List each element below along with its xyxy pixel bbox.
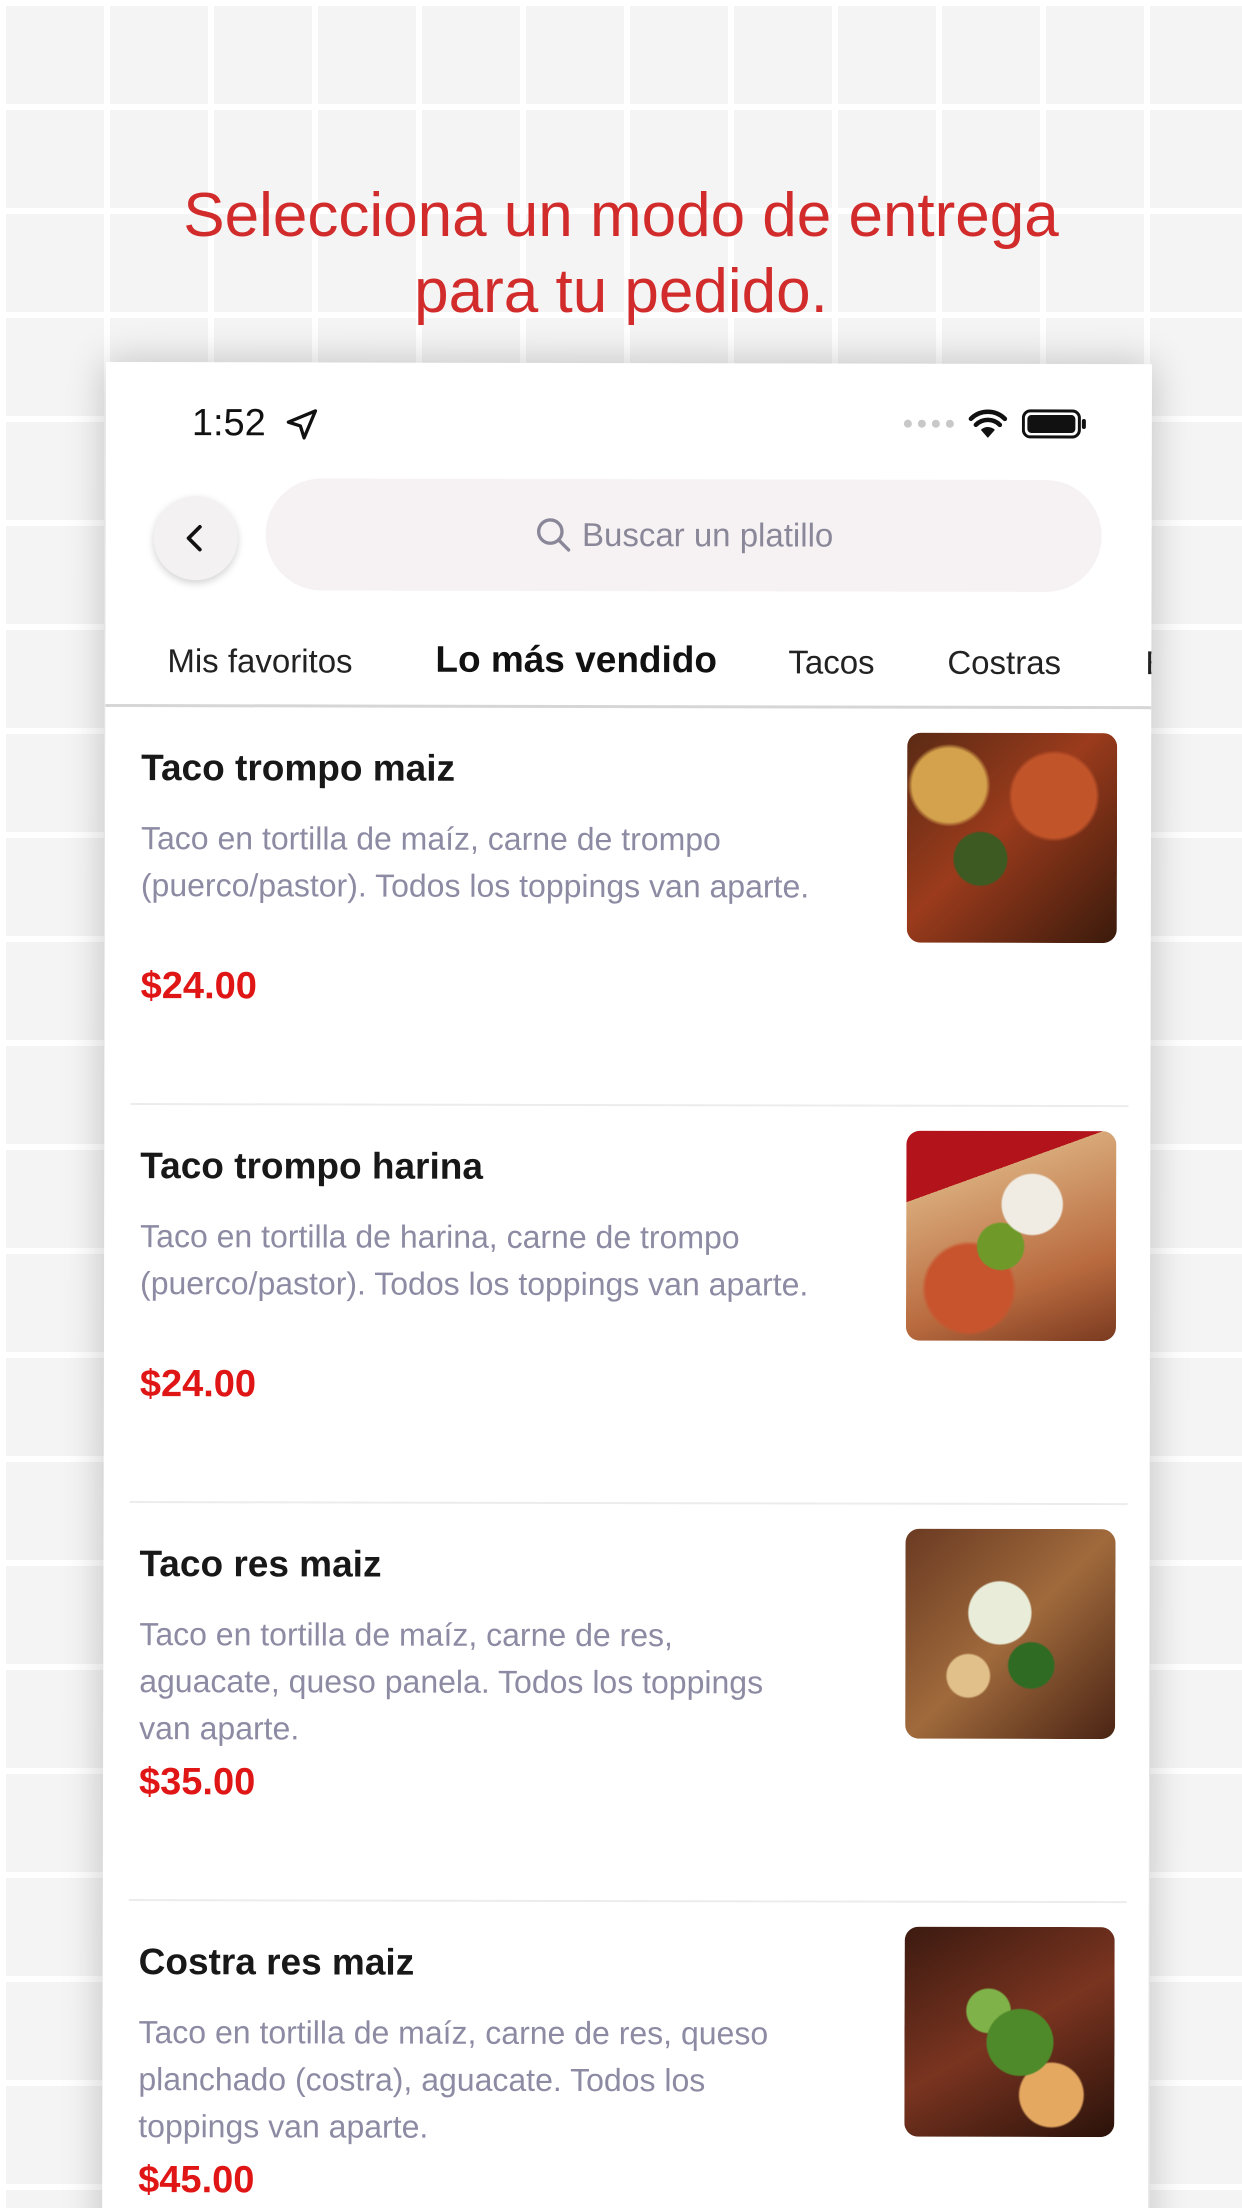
wifi-icon xyxy=(968,409,1008,438)
chevron-left-icon xyxy=(186,525,202,552)
item-description: Taco en tortilla de maíz, carne de res, … xyxy=(139,1616,764,1747)
menu-item[interactable]: Taco trompo maiz Taco en tortilla de maí… xyxy=(130,707,1130,1108)
item-description: Taco en tortilla de maíz, carne de tromp… xyxy=(140,820,810,905)
item-name: Taco res maiz xyxy=(139,1543,382,1585)
item-price: $24.00 xyxy=(139,1363,257,1406)
menu-item[interactable]: Taco res maiz Taco en tortilla de maíz, … xyxy=(128,1503,1128,1904)
search-icon xyxy=(537,518,571,552)
item-description: Taco en tortilla de harina, carne de tro… xyxy=(140,1218,809,1303)
status-time: 1:52 xyxy=(191,402,266,445)
item-price: $24.00 xyxy=(140,965,257,1008)
status-indicators xyxy=(903,408,1088,440)
item-photo[interactable] xyxy=(905,1528,1116,1740)
battery-icon xyxy=(1021,409,1086,439)
tab-tacos[interactable]: Tacos xyxy=(788,643,874,681)
item-name: Costra res maiz xyxy=(138,1941,415,1983)
tab-lo-mas-vendido[interactable]: Lo más vendido xyxy=(435,639,717,682)
category-tabs: Mis favoritos Lo más vendido Tacos Costr… xyxy=(105,623,1152,710)
item-price: $35.00 xyxy=(138,1761,256,1804)
tab-mis-favoritos[interactable]: Mis favoritos xyxy=(167,642,352,680)
promo-headline: Selecciona un modo de entrega para tu pe… xyxy=(0,178,1242,330)
menu-list: Taco trompo maiz Taco en tortilla de maí… xyxy=(102,707,1151,2208)
item-photo[interactable] xyxy=(905,1130,1117,1342)
search-input[interactable]: Buscar un platillo xyxy=(265,478,1102,593)
back-button[interactable] xyxy=(153,496,238,581)
item-photo[interactable] xyxy=(906,732,1118,944)
item-description: Taco en tortilla de maíz, carne de res, … xyxy=(138,2014,769,2145)
item-photo[interactable] xyxy=(904,1926,1115,2138)
cellular-signal-icon xyxy=(903,419,954,428)
headline-line-1: Selecciona un modo de entrega xyxy=(183,181,1059,250)
tab-costras[interactable]: Costras xyxy=(947,644,1061,682)
search-placeholder: Buscar un platillo xyxy=(581,515,834,554)
headline-line-2: para tu pedido. xyxy=(414,257,828,326)
phone-screen: 1:52 Buscar un platillo Mis favoritos Lo… xyxy=(102,362,1152,2208)
item-price: $45.00 xyxy=(138,2159,255,2202)
location-arrow-icon xyxy=(286,409,318,440)
tab-partial[interactable]: B xyxy=(1145,644,1152,682)
menu-item[interactable]: Taco trompo harina Taco en tortilla de h… xyxy=(129,1105,1129,1506)
item-name: Taco trompo harina xyxy=(140,1145,483,1187)
item-name: Taco trompo maiz xyxy=(141,747,456,789)
menu-item[interactable]: Costra res maiz Taco en tortilla de maíz… xyxy=(127,1901,1127,2208)
